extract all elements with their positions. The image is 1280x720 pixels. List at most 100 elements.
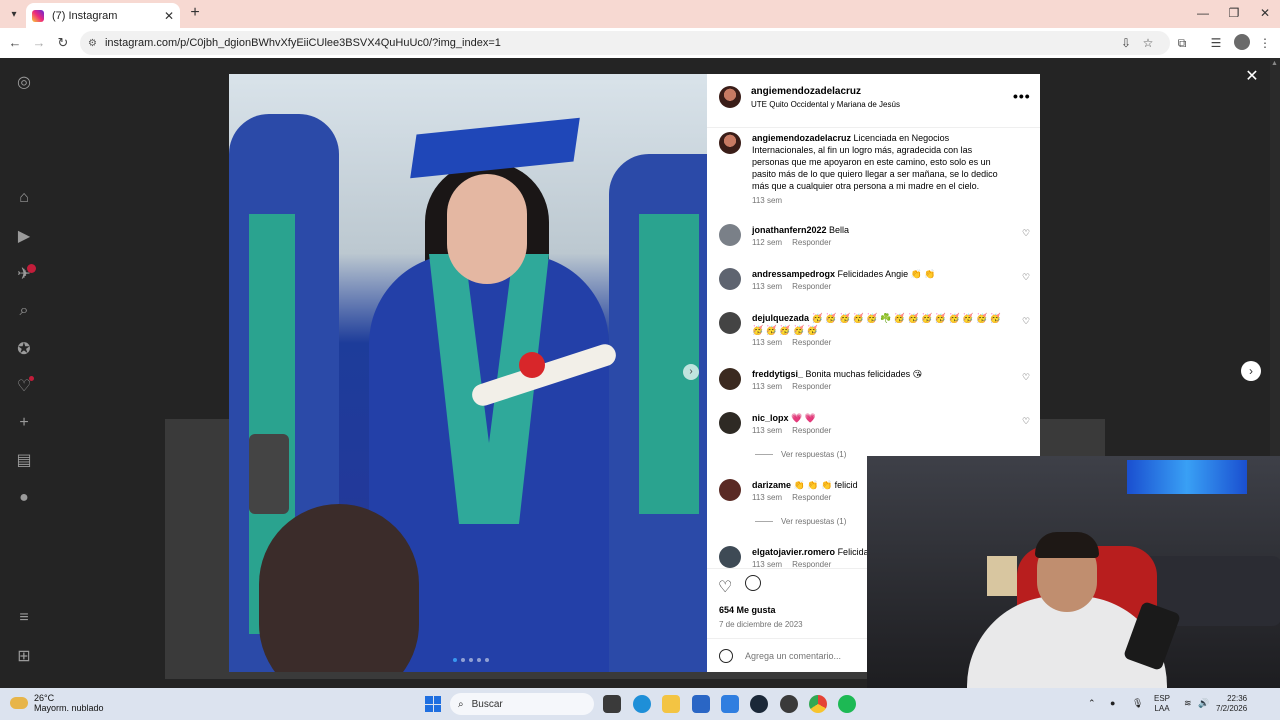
also-from-meta-icon[interactable]: ⊞ (14, 646, 34, 666)
comment-avatar[interactable] (719, 368, 741, 390)
webcam-overlay (867, 456, 1280, 689)
comment-username[interactable]: jonathanfern2022 (752, 225, 827, 235)
comment-username[interactable]: freddytigsi_ (752, 369, 803, 379)
comment-like-icon[interactable]: ♡ (1022, 272, 1030, 283)
reels-icon[interactable]: ▶ (14, 226, 34, 246)
comment-avatar[interactable] (719, 546, 741, 568)
comment-body: andressampedrogx Felicidades Angie 👏 👏 (752, 268, 1002, 280)
edge-icon[interactable] (633, 695, 651, 713)
chrome-icon[interactable] (809, 695, 827, 713)
like-icon[interactable]: ♡ (718, 577, 732, 597)
window-close-icon[interactable]: ✕ (1250, 4, 1280, 22)
image-next-icon[interactable]: › (683, 364, 699, 380)
store-icon[interactable] (692, 695, 710, 713)
weather-widget[interactable]: 26°C Mayorm. nublado (10, 693, 104, 713)
modal-close-icon[interactable]: ✕ (1243, 68, 1261, 86)
post-location[interactable]: UTE Quito Occidental y Mariana de Jesús (751, 100, 900, 109)
comment-avatar[interactable] (719, 479, 741, 501)
view-replies-button[interactable]: Ver respuestas (1) (755, 450, 846, 459)
input-language[interactable]: ESP LAA (1154, 694, 1170, 714)
minimize-icon[interactable]: — (1188, 4, 1218, 22)
owner-username[interactable]: angiemendozadelacruz (751, 86, 861, 97)
emoji-icon[interactable] (719, 649, 733, 663)
tab-search-icon[interactable]: ▾ (4, 5, 24, 23)
instagram-logo-icon[interactable]: ◎ (14, 72, 34, 92)
caption-username[interactable]: angiemendozadelacruz (752, 133, 851, 143)
next-post-icon[interactable]: › (1241, 361, 1261, 381)
comment-text: 👏 👏 👏 felicid (793, 480, 858, 490)
browser-menu-icon[interactable]: ⋮ (1256, 34, 1274, 52)
shelf (987, 556, 1017, 596)
profile-icon[interactable]: ● (14, 488, 34, 508)
reply-button[interactable]: Responder (792, 282, 831, 291)
wifi-icon[interactable]: ≋ (1184, 698, 1192, 709)
comment-avatar[interactable] (719, 412, 741, 434)
comment-icon[interactable] (745, 575, 761, 591)
comment-username[interactable]: dejulquezada (752, 313, 809, 323)
comment-avatar[interactable] (719, 268, 741, 290)
reply-button[interactable]: Responder (792, 338, 831, 347)
taskbar-search[interactable]: ⌕ Buscar (450, 693, 594, 715)
more-menu-icon[interactable]: ≡ (14, 608, 34, 628)
dashboard-icon[interactable]: ▤ (14, 450, 34, 470)
extensions-icon[interactable]: ⧉ (1173, 34, 1191, 52)
create-icon[interactable]: + (14, 413, 34, 433)
steam-icon[interactable] (750, 695, 768, 713)
bookmark-star-icon[interactable]: ☆ (1139, 34, 1157, 52)
search-icon[interactable]: ⌕ (14, 301, 34, 321)
post-image[interactable] (229, 74, 707, 672)
comment-time: 113 sem (752, 560, 783, 568)
home-icon[interactable]: ⌂ (14, 188, 34, 208)
file-explorer-icon[interactable] (662, 695, 680, 713)
outlook-icon[interactable] (721, 695, 739, 713)
comment-username[interactable]: nic_lopx (752, 413, 789, 423)
restore-icon[interactable]: ❐ (1219, 4, 1249, 22)
reload-icon[interactable]: ↻ (54, 34, 72, 52)
comment-like-icon[interactable]: ♡ (1022, 416, 1030, 427)
install-app-icon[interactable]: ⇩ (1117, 34, 1135, 52)
comment-username[interactable]: darizame (752, 480, 791, 490)
microphone-icon[interactable]: 🎙 (1132, 698, 1143, 709)
tray-overflow-icon[interactable]: ⌃ (1088, 698, 1096, 709)
owner-avatar[interactable] (719, 86, 741, 108)
browser-tab[interactable]: (7) Instagram ✕ (26, 3, 180, 28)
comment-like-icon[interactable]: ♡ (1022, 316, 1030, 327)
explore-icon[interactable]: ✪ (14, 339, 34, 359)
task-view-icon[interactable] (603, 695, 621, 713)
comment-like-icon[interactable]: ♡ (1022, 372, 1030, 383)
reply-button[interactable]: Responder (792, 238, 831, 247)
new-tab-button[interactable]: + (186, 4, 204, 22)
view-replies-button[interactable]: Ver respuestas (1) (755, 517, 846, 526)
volume-icon[interactable]: 🔊 (1198, 698, 1209, 709)
reply-button[interactable]: Responder (792, 493, 831, 502)
caption-body: angiemendozadelacruz Licenciada en Negoc… (752, 132, 1002, 192)
comment-username[interactable]: andressampedrogx (752, 269, 835, 279)
media-controls-icon[interactable]: ☰ (1207, 34, 1225, 52)
tray-app-icon[interactable]: ● (1110, 698, 1115, 708)
caption-avatar[interactable] (719, 132, 741, 154)
comment-avatar[interactable] (719, 312, 741, 334)
site-info-icon[interactable]: ⚙ (88, 38, 97, 49)
forward-icon[interactable]: → (30, 34, 48, 52)
comment-username[interactable]: elgatojavier.romero (752, 547, 835, 557)
browser-tab-bar: ▾ (7) Instagram ✕ + — ❐ ✕ (0, 0, 1280, 28)
reply-button[interactable]: Responder (792, 560, 831, 568)
scroll-up-icon[interactable]: ▲ (1271, 60, 1278, 67)
carousel-dot (469, 658, 473, 662)
clock-date: 7/2/2026 (1216, 704, 1248, 713)
more-options-icon[interactable]: ••• (1013, 88, 1031, 104)
profile-avatar[interactable] (1234, 34, 1250, 50)
streamer-hair (1035, 532, 1099, 558)
app-icon[interactable] (780, 695, 798, 713)
back-icon[interactable]: ← (6, 34, 24, 52)
spotify-icon[interactable] (838, 695, 856, 713)
likes-count[interactable]: 654 Me gusta (719, 605, 776, 615)
comment-avatar[interactable] (719, 224, 741, 246)
comment-like-icon[interactable]: ♡ (1022, 228, 1030, 239)
reply-button[interactable]: Responder (792, 426, 831, 435)
start-icon[interactable] (425, 696, 441, 712)
url-field[interactable]: ⚙ instagram.com/p/C0jbh_dgionBWhvXfyEiiC… (80, 31, 1170, 55)
tab-close-icon[interactable]: ✕ (164, 9, 174, 23)
clock[interactable]: 22:36 7/2/2026 (1216, 694, 1247, 714)
reply-button[interactable]: Responder (792, 382, 831, 391)
